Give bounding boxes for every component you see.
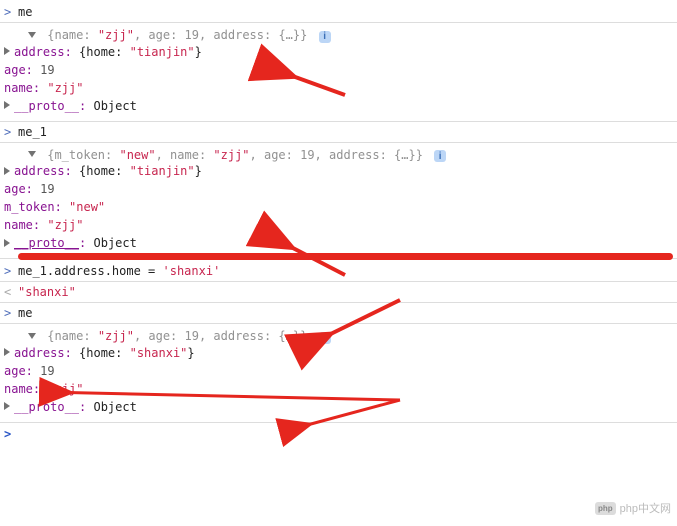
property-name: name: "zjj" <box>4 380 671 398</box>
info-icon[interactable]: i <box>319 332 331 344</box>
console-input-text: me_1.address.home = 'shanxi' <box>18 264 220 278</box>
caret-right-icon[interactable] <box>4 348 10 356</box>
input-prompt-icon: > <box>4 125 18 139</box>
property-age: age: 19 <box>4 180 671 198</box>
watermark-text: php中文网 <box>620 500 671 516</box>
property-name: name: "zjj" <box>4 79 671 97</box>
property-age: age: 19 <box>4 61 671 79</box>
property-address[interactable]: address: {home: "shanxi"} <box>4 344 671 362</box>
caret-right-icon[interactable] <box>4 402 10 410</box>
console-input-row[interactable]: > me_1.address.home = 'shanxi' <box>0 258 677 282</box>
object-summary[interactable]: {name: "zjj", age: 19, address: {…}} i <box>4 327 671 344</box>
console-output-block: {name: "zjj", age: 19, address: {…}} i a… <box>0 324 677 423</box>
caret-right-icon[interactable] <box>4 167 10 175</box>
object-summary[interactable]: {m_token: "new", name: "zjj", age: 19, a… <box>4 146 671 163</box>
console-input-text: me <box>18 306 32 320</box>
property-mtoken: m_token: "new" <box>4 198 671 216</box>
property-address[interactable]: address: {home: "tianjin"} <box>4 162 671 180</box>
caret-right-icon[interactable] <box>4 101 10 109</box>
caret-down-icon[interactable] <box>28 333 36 339</box>
console-output-text: "shanxi" <box>18 285 76 299</box>
output-prompt-icon: < <box>4 285 18 299</box>
property-proto[interactable]: __proto__: Object <box>4 398 671 416</box>
watermark: php php中文网 <box>595 500 671 516</box>
caret-down-icon[interactable] <box>28 32 36 38</box>
console-output-row: < "shanxi" <box>0 282 677 303</box>
console-input-text: me_1 <box>18 125 47 139</box>
watermark-logo-icon: php <box>595 502 616 515</box>
caret-right-icon[interactable] <box>4 239 10 247</box>
console-input-row[interactable]: > me_1 <box>0 122 677 143</box>
object-summary[interactable]: {name: "zjj", age: 19, address: {…}} i <box>4 26 671 43</box>
console-input-row[interactable]: > me <box>0 303 677 324</box>
console-output-block: {m_token: "new", name: "zjj", age: 19, a… <box>0 143 677 259</box>
caret-right-icon[interactable] <box>4 47 10 55</box>
property-name: name: "zjj" <box>4 216 671 234</box>
console-input-row[interactable]: > me <box>0 2 677 23</box>
input-prompt-icon: > <box>4 306 18 320</box>
input-prompt-icon: > <box>4 5 18 19</box>
property-address[interactable]: address: {home: "tianjin"} <box>4 43 671 61</box>
input-prompt-icon: > <box>4 264 18 278</box>
property-proto[interactable]: __proto__: Object <box>4 97 671 115</box>
property-proto[interactable]: __proto__: Object <box>4 234 671 252</box>
annotation-bar <box>18 253 673 260</box>
caret-down-icon[interactable] <box>28 151 36 157</box>
console-cursor-prompt[interactable]: > <box>0 423 677 445</box>
info-icon[interactable]: i <box>319 31 331 43</box>
console-input-text: me <box>18 5 32 19</box>
console-output-block: {name: "zjj", age: 19, address: {…}} i a… <box>0 23 677 122</box>
property-age: age: 19 <box>4 362 671 380</box>
info-icon[interactable]: i <box>434 150 446 162</box>
